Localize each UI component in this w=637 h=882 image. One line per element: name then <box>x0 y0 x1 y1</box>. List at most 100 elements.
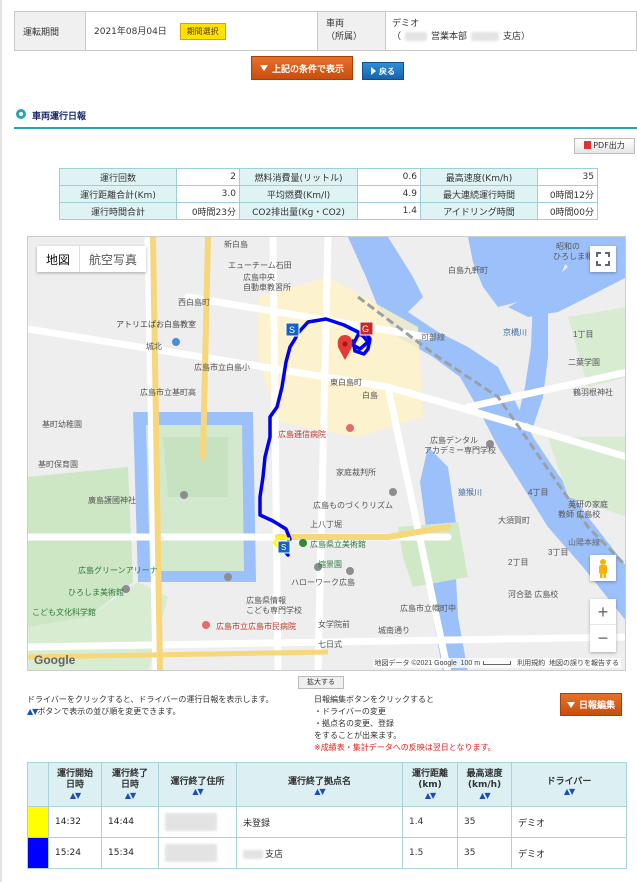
zoom-out-button[interactable]: − <box>590 625 616 651</box>
header-label: 運行開始 日時 <box>56 769 93 790</box>
stat-label: アイドリング時間 <box>420 202 538 220</box>
start-time-link[interactable]: 15:24 <box>55 848 81 858</box>
end-header: 運行終了 日時 ▲▼ <box>101 762 159 807</box>
note-sort: ボタンで表示の並び順を変更できます。 <box>37 707 181 716</box>
stat-value: 1.4 <box>357 202 421 220</box>
note-driver-click: ドライバーをクリックすると、ドライバーの運行日報を表示します。 <box>27 695 274 704</box>
map-type-toggle: 地図 航空写真 <box>37 246 147 272</box>
notes-left: ドライバーをクリックすると、ドライバーの運行日報を表示します。 ▲▼ボタンで表示… <box>27 694 274 718</box>
show-button-label: 上記の条件で表示 <box>272 64 345 75</box>
zoom-control: + − <box>590 599 616 652</box>
sort-icon[interactable]: ▲▼ <box>237 787 402 796</box>
note-edit-base: ・拠点名の変更、登録 <box>314 719 394 728</box>
condition-panel: 運転期間 2021年08月04日 期間選択 車両 （所属） デミオ （ 営業本部 支店… <box>14 11 637 51</box>
end-address <box>158 806 237 838</box>
section-header: 車両運行日報 <box>14 107 637 129</box>
period-select-button[interactable]: 期間選択 <box>179 22 226 40</box>
copyright-text: 地図データ ©2021 Google <box>374 660 457 667</box>
address-header: 運行終了住所 ▲▼ <box>158 762 237 807</box>
redacted-address <box>165 813 217 831</box>
terms-link[interactable]: 利用規約 <box>517 660 545 667</box>
map-canvas[interactable]: S G S <box>28 237 626 671</box>
pdf-button[interactable]: PDF出力 <box>574 138 635 154</box>
driver-link[interactable]: デミオ <box>518 819 545 829</box>
end-place-text: 支店 <box>265 849 284 860</box>
row-color <box>27 806 49 838</box>
down-triangle-icon <box>567 701 575 708</box>
driver[interactable]: デミオ <box>511 806 627 838</box>
driver-header: ドライバー ▲▼ <box>511 762 627 807</box>
header-label: 運行距離 (km) <box>411 769 448 790</box>
distance-header: 運行距離 (km) ▲▼ <box>402 762 458 807</box>
map-tab[interactable]: 地図 <box>37 246 79 272</box>
sort-icon[interactable]: ▲▼ <box>49 791 101 800</box>
back-button[interactable]: 戻る <box>362 62 404 80</box>
sort-icon[interactable]: ▲▼ <box>102 791 158 800</box>
note-sort-line: ▲▼ボタンで表示の並び順を変更できます。 <box>27 706 274 718</box>
redacted-region <box>405 32 428 41</box>
stat-value: 0.6 <box>357 168 421 186</box>
svg-text:G: G <box>362 324 369 334</box>
vehicle-label-sub: （所属） <box>326 32 363 42</box>
vehicle-label-cell: 車両 （所属） <box>317 11 386 51</box>
end-time-link[interactable]: 14:44 <box>108 817 134 827</box>
stat-label: 最高速度(Km/h) <box>420 168 538 186</box>
report-link[interactable]: 地図の誤りを報告する <box>549 660 619 667</box>
sort-icon[interactable]: ▲▼ <box>403 791 457 800</box>
driver[interactable]: デミオ <box>511 837 627 869</box>
back-button-label: 戻る <box>379 66 395 76</box>
end-time-link[interactable]: 15:34 <box>108 848 134 858</box>
map[interactable]: S G S エューチーム石田 広島中央 自動車教習所 西白島町 アトリエぱお白島… <box>27 236 626 671</box>
notes-right: 日報編集ボタンをクリックすると ・ドライバーの変更 ・拠点名の変更、登録 をする… <box>314 694 496 754</box>
page-border <box>0 0 2 882</box>
fullscreen-button[interactable] <box>590 246 616 272</box>
period-label-cell: 運転期間 <box>14 11 86 51</box>
end-address <box>158 837 237 869</box>
speed-header: 最高速度 (km/h) ▲▼ <box>457 762 512 807</box>
circle-icon <box>16 109 26 119</box>
sort-icon[interactable]: ▲▼ <box>159 787 236 796</box>
expand-button[interactable]: 拡大する <box>298 676 344 689</box>
satellite-tab[interactable]: 航空写真 <box>79 246 146 272</box>
start-time[interactable]: 14:32 <box>48 806 102 838</box>
end-time[interactable]: 15:34 <box>101 837 159 869</box>
trip-table: 運行開始 日時 ▲▼ 運行終了 日時 ▲▼ 運行終了住所 ▲▼ 運行終了拠点名 ▲▼ 運… <box>27 762 627 869</box>
header-label: ドライバー <box>546 776 592 787</box>
driver-link[interactable]: デミオ <box>518 850 545 860</box>
start-time-link[interactable]: 14:32 <box>55 817 81 827</box>
zoom-in-button[interactable]: + <box>590 599 616 625</box>
vehicle-value-cell: デミオ （ 営業本部 支店） <box>385 11 637 51</box>
start-time[interactable]: 15:24 <box>48 837 102 869</box>
sort-icon[interactable]: ▲▼ <box>458 791 511 800</box>
stat-label: 最大連続運行時間 <box>420 185 538 203</box>
stats-row: 運行時間合計 0時間23分 CO2排出量(Kg・CO2) 1.4 アイドリング時間 0時間… <box>59 202 598 220</box>
pegman-button[interactable] <box>590 555 616 581</box>
period-value-cell: 2021年08月04日 期間選択 <box>85 11 318 51</box>
header-label: 運行終了拠点名 <box>287 776 351 787</box>
edit-report-button[interactable]: 日報編集 <box>560 693 623 716</box>
period-label: 運転期間 <box>23 27 60 38</box>
stat-label: 運行回数 <box>59 168 177 186</box>
svg-text:S: S <box>281 543 286 552</box>
redacted-address <box>165 844 217 862</box>
section-title: 車両運行日報 <box>32 112 87 122</box>
show-button[interactable]: 上記の条件で表示 <box>251 56 354 80</box>
header-label: 運行終了 日時 <box>111 769 148 790</box>
redacted-place <box>243 849 263 859</box>
start-header: 運行開始 日時 ▲▼ <box>48 762 102 807</box>
header-label: 運行終了住所 <box>170 776 225 787</box>
note-warning: ※成績表・集計データへの反映は翌日となります。 <box>314 743 496 752</box>
vehicle-branch: 支店） <box>503 32 531 42</box>
sort-icon: ▲▼ <box>27 707 38 716</box>
stats-row: 運行距離合計(Km) 3.0 平均燃費(Km/l) 4.9 最大連続運行時間 0時間12分 <box>59 185 598 203</box>
scale-bar <box>483 661 512 665</box>
max-speed: 35 <box>457 806 512 838</box>
distance: 1.5 <box>402 837 458 869</box>
date-text: 2021年08月04日 <box>94 26 167 37</box>
sort-icon[interactable]: ▲▼ <box>512 787 626 796</box>
stat-value: 3.0 <box>176 185 240 203</box>
note-edit-driver: ・ドライバーの変更 <box>314 707 386 716</box>
end-time[interactable]: 14:44 <box>101 806 159 838</box>
stat-value: 0時間12分 <box>537 185 598 203</box>
end-place: 支店 <box>236 837 403 869</box>
